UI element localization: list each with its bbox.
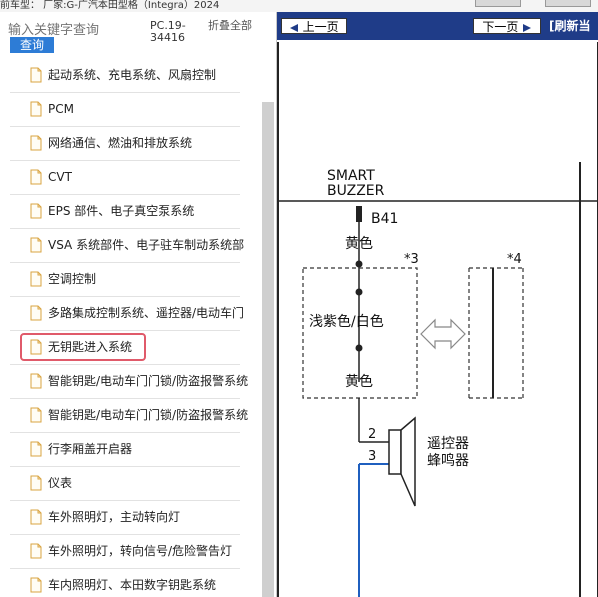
list-item-label: PCM	[48, 102, 74, 116]
list-item[interactable]: 车外照明灯，主动转向灯	[0, 501, 262, 535]
option-note-4: *4	[507, 252, 522, 267]
buzzer-body	[388, 429, 402, 475]
splice-dot	[355, 288, 363, 296]
document-icon	[30, 407, 42, 423]
pin-label-a: 2	[368, 427, 376, 442]
next-page-label: 下一页	[482, 20, 519, 34]
double-arrow-icon	[420, 318, 466, 350]
list-item[interactable]: 智能钥匙/电动车门门锁/防盗报警系统	[0, 365, 262, 399]
list-item[interactable]: CVT	[0, 161, 262, 195]
document-icon	[30, 339, 42, 355]
document-icon	[30, 305, 42, 321]
list-item[interactable]: 多路集成控制系统、遥控器/电动车门	[0, 297, 262, 331]
list-item-label: CVT	[48, 170, 72, 184]
device-name-line2: 蜂鸣器	[427, 452, 469, 469]
device-name-line1: 遥控器	[427, 436, 469, 452]
list-item[interactable]: 仪表	[0, 467, 262, 501]
sidebar: 查询 PC.19-34416 折叠全部 起动系统、充电系统、风扇控制 PCM 网络通…	[0, 12, 277, 597]
wiring-diagram-svg: SMART BUZZER B41 黄色 *3 浅紫色/白色 黄色 *4 2 3 …	[279, 42, 598, 597]
document-list: 起动系统、充电系统、风扇控制 PCM 网络通信、燃油和排放系统 CVT EPS 部件、电…	[0, 59, 262, 597]
list-item[interactable]: 行李厢盖开启器	[0, 433, 262, 467]
component-name-line2: BUZZER	[327, 183, 385, 199]
window-title-bar: 前车型： 厂家:G-广汽本田型格（Integra）2024	[0, 0, 598, 12]
list-item-label: 智能钥匙/电动车门门锁/防盗报警系统	[48, 408, 249, 422]
list-item-label: 仪表	[48, 476, 73, 490]
vehicle-info: 前车型： 厂家:G-广汽本田型格（Integra）2024	[0, 0, 220, 11]
document-icon	[30, 169, 42, 185]
prev-page-button[interactable]: 上一页	[281, 18, 347, 34]
top-button-stub[interactable]	[545, 0, 591, 7]
document-icon	[30, 441, 42, 457]
next-page-button[interactable]: 下一页	[473, 18, 541, 34]
document-icon	[30, 577, 42, 593]
document-icon	[30, 67, 42, 83]
list-item-label: EPS 部件、电子真空泵系统	[48, 204, 195, 218]
document-icon	[30, 543, 42, 559]
option-note-3: *3	[404, 252, 419, 267]
wire-color-mid: 浅紫色/白色	[309, 313, 384, 330]
splice-dot	[355, 344, 363, 352]
document-icon	[30, 101, 42, 117]
list-item-label: 行李厢盖开启器	[48, 442, 133, 456]
list-item-label: 多路集成控制系统、遥控器/电动车门	[48, 306, 245, 320]
list-item[interactable]: 车外照明灯，转向信号/危险警告灯	[0, 535, 262, 569]
pin-label-b: 3	[368, 449, 376, 464]
connector-label: B41	[371, 211, 398, 227]
list-item-label: 车外照明灯，主动转向灯	[48, 510, 181, 524]
fold-all-button[interactable]: 折叠全部	[208, 20, 258, 32]
list-item[interactable]: 空调控制	[0, 263, 262, 297]
prev-page-label: 上一页	[302, 20, 339, 34]
list-item-label: 车内照明灯、本田数字钥匙系统	[48, 578, 217, 592]
list-item-label: VSA 系统部件、电子驻车制动系统部	[48, 238, 245, 252]
list-item-selected[interactable]: 无钥匙进入系统	[0, 331, 262, 365]
document-icon	[30, 271, 42, 287]
connector-terminal	[356, 206, 362, 222]
list-item[interactable]: EPS 部件、电子真空泵系统	[0, 195, 262, 229]
query-button[interactable]: 查询	[10, 37, 54, 53]
search-input[interactable]	[8, 22, 146, 38]
list-item[interactable]: 起动系统、充电系统、风扇控制	[0, 59, 262, 93]
list-item[interactable]: 网络通信、燃油和排放系统	[0, 127, 262, 161]
list-item-label: 车外照明灯，转向信号/危险警告灯	[48, 544, 233, 558]
document-icon	[30, 135, 42, 151]
document-icon	[30, 203, 42, 219]
top-button-stub[interactable]	[475, 0, 521, 7]
list-item-label: 智能钥匙/电动车门门锁/防盗报警系统	[48, 374, 249, 388]
document-icon	[30, 475, 42, 491]
component-name-line1: SMART	[327, 168, 375, 184]
list-item-label: 网络通信、燃油和排放系统	[48, 136, 193, 150]
list-item-label: 空调控制	[48, 272, 97, 286]
list-item-label: 无钥匙进入系统	[48, 340, 133, 354]
wire-color-bottom: 黄色	[345, 373, 373, 390]
pc-code: PC.19-34416	[150, 19, 186, 44]
document-icon	[30, 373, 42, 389]
arrow-right-icon	[522, 23, 531, 32]
refresh-link[interactable]: [刷新当	[549, 18, 591, 34]
document-icon	[30, 237, 42, 253]
list-item[interactable]: PCM	[0, 93, 262, 127]
list-item-label: 起动系统、充电系统、风扇控制	[48, 68, 217, 82]
wiring-diagram: SMART BUZZER B41 黄色 *3 浅紫色/白色 黄色 *4 2 3 …	[277, 42, 598, 597]
list-item[interactable]: 车内照明灯、本田数字钥匙系统	[0, 569, 262, 597]
sidebar-scrollbar[interactable]	[262, 102, 274, 597]
document-icon	[30, 509, 42, 525]
splice-dot	[355, 260, 363, 268]
list-item[interactable]: 智能钥匙/电动车门门锁/防盗报警系统	[0, 399, 262, 433]
diagram-viewer: 上一页 下一页 [刷新当 SMART BUZZER B41 黄色 *3 浅紫色/…	[277, 12, 598, 597]
list-item[interactable]: VSA 系统部件、电子驻车制动系统部	[0, 229, 262, 263]
arrow-left-icon	[290, 23, 299, 32]
page-nav-bar: 上一页 下一页 [刷新当	[277, 12, 598, 40]
buzzer-icon	[400, 416, 416, 507]
